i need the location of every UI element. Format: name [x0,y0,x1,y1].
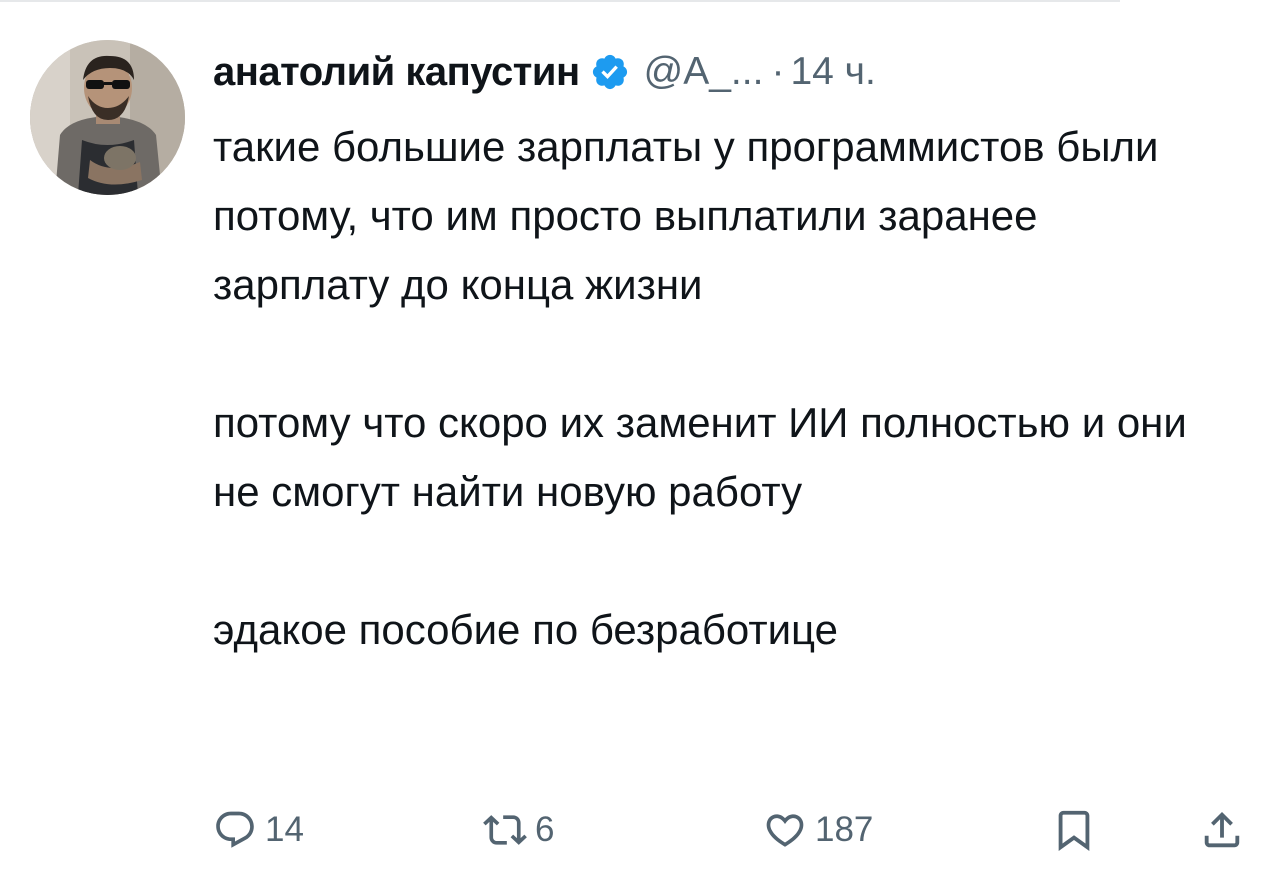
reply-button[interactable]: 14 [213,800,304,860]
author-name[interactable]: анатолий капустин [213,50,580,95]
like-count: 187 [815,810,874,849]
heart-icon [763,808,807,852]
tweet-timestamp[interactable]: 14 ч. [790,50,875,94]
retweet-icon [483,808,527,852]
tweet-body: такие большие зарплаты у программистов б… [213,112,1223,664]
bookmark-icon [1051,807,1097,853]
retweet-count: 6 [535,810,555,849]
tweet-paragraph: эдакое пособие по безработице [213,606,838,653]
verified-badge-icon [590,52,630,92]
tweet-actions-bar: 14 6 187 [213,800,1253,860]
reply-icon [213,808,257,852]
share-button[interactable] [1199,800,1245,860]
share-icon [1199,807,1245,853]
author-handle[interactable]: @A_... [644,50,764,94]
like-button[interactable]: 187 [763,800,873,860]
retweet-button[interactable]: 6 [483,800,554,860]
avatar-image [30,40,185,195]
avatar[interactable] [30,40,185,195]
reply-count: 14 [265,810,304,849]
meta-separator: · [771,50,785,93]
tweet-header: анатолий капустин @A_... · 14 ч. [213,42,876,102]
top-divider [0,0,1120,2]
bookmark-button[interactable] [1051,800,1097,860]
tweet-paragraph: такие большие зарплаты у программистов б… [213,123,1159,308]
tweet-paragraph: потому что скоро их заменит ИИ полностью… [213,399,1187,515]
